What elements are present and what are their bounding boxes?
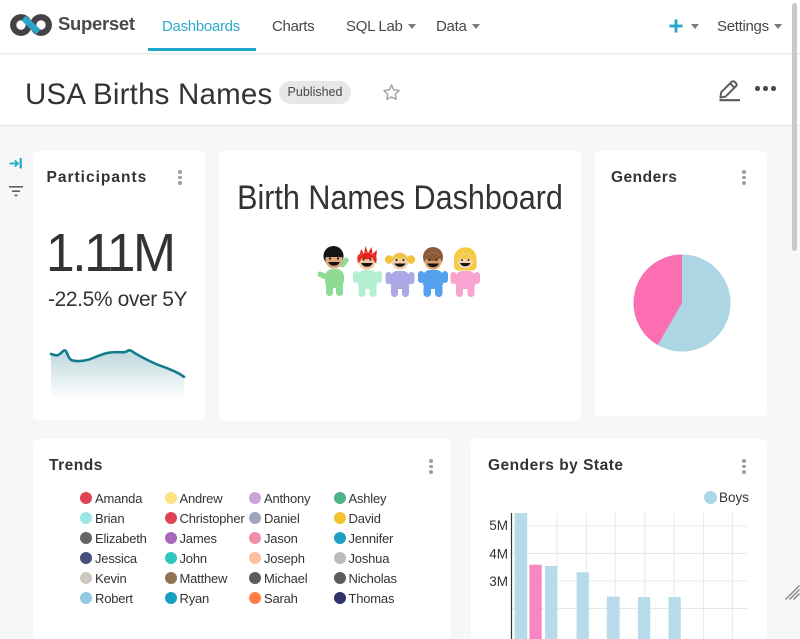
svg-text:3M: 3M [489,574,508,589]
svg-text:4M: 4M [489,547,508,562]
svg-text:5M: 5M [489,518,508,533]
